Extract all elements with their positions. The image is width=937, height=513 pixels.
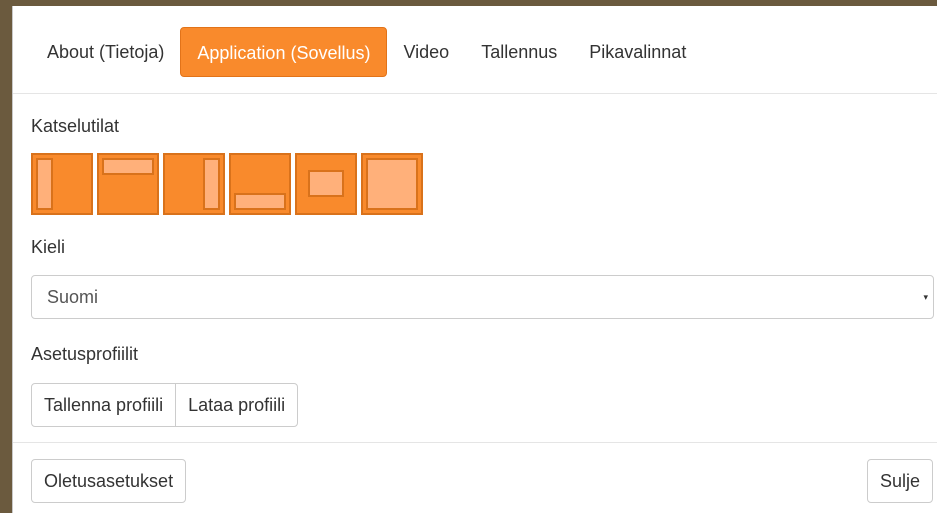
close-button[interactable]: Sulje — [866, 459, 933, 503]
tab-bar: About (Tietoja) Application (Sovellus) V… — [31, 27, 702, 77]
chevron-down-icon: ▾ — [923, 292, 928, 302]
save-profile-button[interactable]: Tallenna profiili — [31, 383, 177, 427]
view-modes-label: Katselutilat — [31, 116, 120, 136]
footer-divider — [13, 442, 937, 443]
view-mode-left-panel[interactable] — [31, 153, 93, 215]
profile-button-group: Tallenna profiili Lataa profiili — [31, 383, 299, 427]
right-panel-icon — [203, 158, 220, 210]
view-mode-center-window[interactable] — [295, 153, 357, 215]
view-mode-picker — [31, 153, 423, 215]
language-label: Kieli — [31, 237, 66, 257]
view-mode-right-panel[interactable] — [163, 153, 225, 215]
left-panel-icon — [36, 158, 53, 210]
bottom-panel-icon — [234, 193, 286, 210]
view-mode-top-panel[interactable] — [97, 153, 159, 215]
top-panel-icon — [102, 158, 154, 175]
profiles-label: Asetusprofiilit — [31, 344, 139, 364]
view-mode-bottom-panel[interactable] — [229, 153, 291, 215]
language-selected-value: Suomi — [47, 287, 99, 307]
tab-divider — [13, 93, 937, 94]
tab-application[interactable]: Application (Sovellus) — [180, 27, 388, 77]
settings-dialog: About (Tietoja) Application (Sovellus) V… — [12, 6, 937, 513]
tab-video[interactable]: Video — [387, 27, 465, 77]
fullscreen-icon — [366, 158, 418, 210]
center-window-icon — [308, 170, 344, 197]
view-mode-fullscreen[interactable] — [361, 153, 423, 215]
tab-shortcuts[interactable]: Pikavalinnat — [573, 27, 702, 77]
load-profile-button[interactable]: Lataa profiili — [175, 383, 299, 427]
tab-recording[interactable]: Tallennus — [465, 27, 573, 77]
defaults-button[interactable]: Oletusasetukset — [31, 459, 187, 503]
language-select[interactable]: Suomi ▾ — [31, 275, 934, 319]
tab-about[interactable]: About (Tietoja) — [31, 27, 180, 77]
